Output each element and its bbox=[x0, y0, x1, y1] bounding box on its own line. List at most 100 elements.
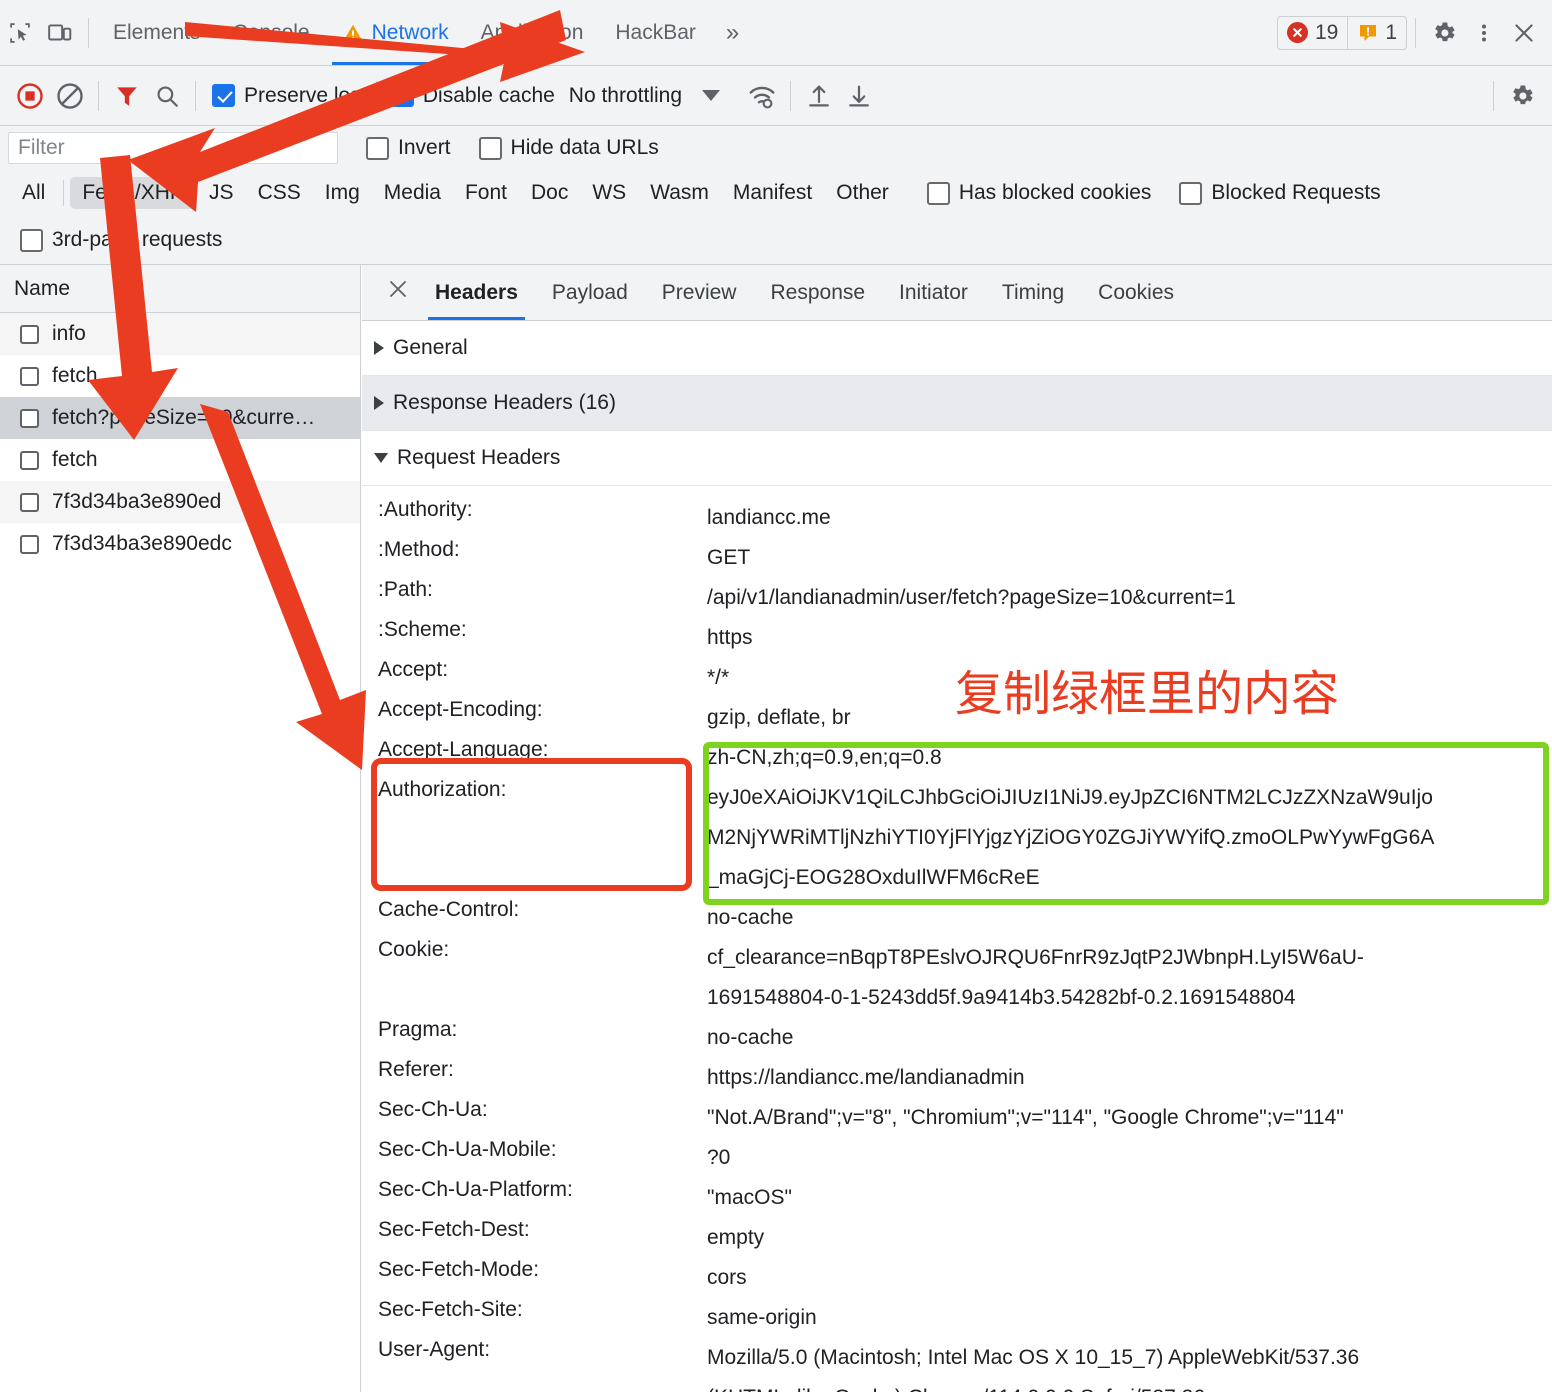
has-blocked-cookies-box[interactable] bbox=[926, 181, 950, 205]
row-checkbox[interactable] bbox=[20, 366, 39, 386]
table-row[interactable]: fetch?pageSize=10&curre… bbox=[0, 397, 360, 439]
row-checkbox[interactable] bbox=[20, 534, 39, 554]
section-general-label: General bbox=[393, 336, 468, 359]
hide-data-urls-checkbox[interactable]: Hide data URLs bbox=[478, 136, 659, 160]
type-filter-img[interactable]: Img bbox=[313, 177, 372, 209]
type-filter-font[interactable]: Font bbox=[453, 177, 519, 209]
inspect-element-icon[interactable] bbox=[0, 13, 40, 53]
invert-checkbox[interactable]: Invert bbox=[366, 136, 451, 160]
tab-initiator-label: Initiator bbox=[899, 280, 968, 304]
request-name: fetch bbox=[52, 448, 98, 471]
more-options-icon[interactable] bbox=[1464, 13, 1504, 53]
header-value[interactable]: no-cache bbox=[707, 1018, 1552, 1058]
header-value[interactable]: ?0 bbox=[707, 1138, 1552, 1178]
row-checkbox[interactable] bbox=[20, 492, 39, 512]
header-row: Cookie: cf_clearance=nBqpT8PEslvOJRQU6Fn… bbox=[362, 938, 1552, 1018]
export-har-icon[interactable] bbox=[839, 76, 879, 116]
table-row[interactable]: fetch bbox=[0, 439, 360, 481]
type-filter-media[interactable]: Media bbox=[372, 177, 453, 209]
search-icon[interactable] bbox=[147, 76, 187, 116]
tab-application[interactable]: Application bbox=[465, 1, 600, 65]
tab-preview[interactable]: Preview bbox=[645, 265, 754, 320]
disable-cache-box[interactable] bbox=[390, 84, 414, 107]
header-value[interactable]: https://landiancc.me/landianadmin bbox=[707, 1058, 1552, 1098]
header-value[interactable]: landiancc.me bbox=[707, 498, 1552, 538]
preserve-log-box[interactable] bbox=[212, 84, 235, 107]
section-request-headers[interactable]: Request Headers bbox=[362, 431, 1552, 486]
device-toolbar-icon[interactable] bbox=[40, 13, 80, 53]
type-filter-fetch-xhr[interactable]: Fetch/XHR bbox=[70, 177, 198, 209]
header-value[interactable]: empty bbox=[707, 1218, 1552, 1258]
header-value[interactable]: "macOS" bbox=[707, 1178, 1552, 1218]
network-conditions-icon[interactable] bbox=[742, 76, 782, 116]
table-row[interactable]: info bbox=[0, 313, 360, 355]
tab-initiator[interactable]: Initiator bbox=[882, 265, 985, 320]
header-value[interactable]: cf_clearance=nBqpT8PEslvOJRQU6FnrR9zJqtP… bbox=[707, 938, 1552, 1018]
tab-cookies[interactable]: Cookies bbox=[1081, 265, 1191, 320]
blocked-requests-box[interactable] bbox=[1179, 181, 1203, 205]
table-row[interactable]: 7f3d34ba3e890ed bbox=[0, 481, 360, 523]
filter-funnel-icon[interactable] bbox=[107, 76, 147, 116]
green-highlight-box bbox=[703, 742, 1549, 905]
type-filter-other[interactable]: Other bbox=[824, 177, 901, 209]
table-row[interactable]: fetch bbox=[0, 355, 360, 397]
has-blocked-cookies-checkbox[interactable]: Has blocked cookies bbox=[926, 181, 1151, 205]
type-filter-doc[interactable]: Doc bbox=[519, 177, 580, 209]
import-har-icon[interactable] bbox=[799, 76, 839, 116]
chevron-right-icon bbox=[374, 396, 384, 410]
row-checkbox[interactable] bbox=[20, 324, 39, 344]
type-filter-manifest[interactable]: Manifest bbox=[721, 177, 824, 209]
table-row[interactable]: 7f3d34ba3e890edc bbox=[0, 523, 360, 565]
disable-cache-checkbox[interactable]: Disable cache bbox=[390, 84, 555, 108]
record-button[interactable] bbox=[10, 76, 50, 116]
settings-gear-icon[interactable] bbox=[1424, 13, 1464, 53]
preserve-log-checkbox[interactable]: Preserve log bbox=[212, 84, 362, 108]
row-checkbox[interactable] bbox=[20, 450, 39, 470]
blocked-requests-checkbox[interactable]: Blocked Requests bbox=[1179, 181, 1381, 205]
header-value[interactable]: Mozilla/5.0 (Macintosh; Intel Mac OS X 1… bbox=[707, 1338, 1552, 1392]
tab-payload[interactable]: Payload bbox=[535, 265, 645, 320]
network-settings-gear-icon[interactable] bbox=[1502, 76, 1542, 116]
clear-button[interactable] bbox=[50, 76, 90, 116]
type-filter-js[interactable]: JS bbox=[197, 177, 246, 209]
tab-headers[interactable]: Headers bbox=[418, 265, 535, 320]
row-checkbox[interactable] bbox=[20, 408, 39, 428]
tab-hackbar[interactable]: HackBar bbox=[599, 1, 712, 65]
header-row: Sec-Fetch-Mode: cors bbox=[362, 1258, 1552, 1298]
error-count-label: 19 bbox=[1314, 20, 1339, 44]
tab-console[interactable]: Console bbox=[217, 1, 326, 65]
request-name: 7f3d34ba3e890edc bbox=[52, 532, 232, 555]
header-value[interactable]: GET bbox=[707, 538, 1552, 578]
close-detail-icon[interactable] bbox=[378, 277, 418, 308]
section-response-headers[interactable]: Response Headers (16) bbox=[362, 376, 1552, 431]
type-filter-ws[interactable]: WS bbox=[580, 177, 638, 209]
tab-elements[interactable]: Elements bbox=[97, 1, 217, 65]
header-value[interactable]: same-origin bbox=[707, 1298, 1552, 1338]
header-value[interactable]: "Not.A/Brand";v="8", "Chromium";v="114",… bbox=[707, 1098, 1552, 1138]
type-filter-css[interactable]: CSS bbox=[246, 177, 313, 209]
hide-data-urls-box[interactable] bbox=[478, 136, 502, 160]
error-count-badge[interactable]: 19 bbox=[1276, 15, 1348, 50]
warning-count-badge[interactable]: 1 bbox=[1347, 15, 1407, 50]
more-tabs-chevron-icon[interactable]: » bbox=[712, 19, 750, 47]
type-filter-wasm[interactable]: Wasm bbox=[638, 177, 721, 209]
throttling-select[interactable]: No throttling bbox=[569, 84, 682, 108]
filter-input[interactable]: Filter bbox=[8, 132, 338, 164]
tab-timing-label: Timing bbox=[1001, 280, 1065, 304]
request-list-header[interactable]: Name bbox=[0, 265, 360, 313]
invert-box[interactable] bbox=[366, 136, 389, 160]
header-value[interactable]: https bbox=[707, 618, 1552, 658]
section-general[interactable]: General bbox=[362, 321, 1552, 376]
toolbar-divider-4 bbox=[790, 80, 792, 111]
header-value-line: cf_clearance=nBqpT8PEslvOJRQU6FnrR9zJqtP… bbox=[707, 946, 1364, 969]
close-panel-icon[interactable] bbox=[1504, 13, 1544, 53]
third-party-requests-checkbox[interactable]: 3rd-party requests bbox=[20, 228, 222, 252]
third-party-requests-box[interactable] bbox=[20, 228, 43, 252]
tab-response[interactable]: Response bbox=[753, 265, 882, 320]
header-value[interactable]: /api/v1/landianadmin/user/fetch?pageSize… bbox=[707, 578, 1552, 618]
tab-timing[interactable]: Timing bbox=[985, 265, 1081, 320]
type-filter-all[interactable]: All bbox=[10, 177, 57, 209]
chevron-down-icon[interactable] bbox=[702, 90, 721, 101]
header-value[interactable]: cors bbox=[707, 1258, 1552, 1298]
tab-network[interactable]: Network bbox=[326, 1, 465, 65]
